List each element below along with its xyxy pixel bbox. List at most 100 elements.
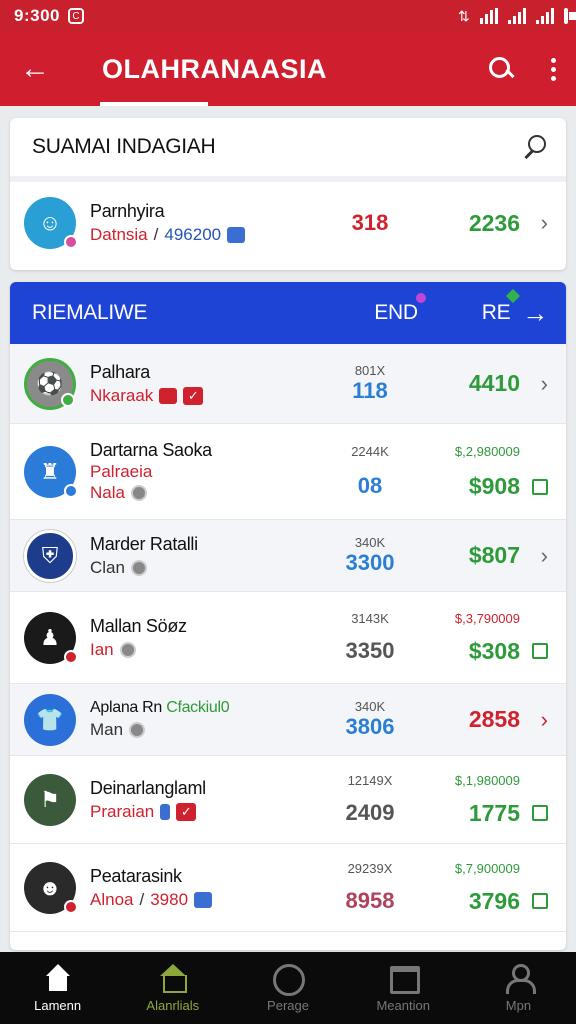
notification-dot-icon [415,293,426,303]
row-name: Deinarlanglaml [90,777,206,798]
signal-icon [507,8,526,24]
row-name-extra: Cfackiul0 [166,699,230,716]
ball-icon [130,485,147,501]
chevron-right-icon[interactable]: › [520,210,548,236]
flag-icon [194,891,213,908]
row-name: Dartarna Saoka [90,440,212,460]
row-sub: Nkaraak [90,385,154,405]
row-name: Aplana Rn [90,699,163,716]
app-title: OLAHRANAASIA [102,53,327,84]
row-mid-value: 118 [352,378,388,403]
search-card: SUAMAI INDAGIAH ☺ Parnhyira Datnsia / 49… [10,118,566,270]
row-small-mid: 340K [354,535,386,550]
row-sub: Man [90,720,124,739]
more-vert-icon[interactable] [551,57,556,81]
table-row[interactable]: ⚽ Palhara Nkaraak ✓ 801X 118 4410 › [10,344,566,424]
flag-icon [227,227,246,243]
featured-mid-value: 318 [351,210,389,235]
ball-icon [130,559,147,576]
data-icon: ⇅ [458,7,470,24]
user-icon [503,963,537,994]
flag-icon [160,803,171,820]
face-icon [273,963,305,996]
row-small-mid: 3143K [351,611,389,626]
row-sub-2: 3980 [150,889,189,909]
row-small-mid: 12149X [347,773,393,788]
row-mid-value: 3806 [345,714,395,739]
signal-icon-2 [535,8,554,24]
avatar: ⚽ [24,357,76,410]
row-right-value: $807 [468,542,520,568]
row-small-mid: 2244K [351,444,389,459]
status-right: ⇅ [458,7,576,25]
nav-label: Mpn [505,997,532,1013]
featured-sub-2: 496200 [164,225,222,244]
row-mid-value: 3350 [345,638,395,663]
search-title: SUAMAI INDAGIAH [32,135,216,158]
share-icon[interactable] [520,861,548,915]
share-icon[interactable] [520,443,548,501]
chevron-right-icon[interactable]: › [520,371,548,397]
chevron-right-icon[interactable]: › [520,707,548,733]
row-mid-value: 2409 [345,800,395,825]
row-small-mid: 29239X [347,861,393,876]
list-header-right[interactable]: RE [482,288,521,325]
search-icon[interactable] [522,134,548,160]
row-mid-value: 3300 [345,550,395,575]
flag-icon [159,387,178,404]
row-right-value: 4410 [468,370,520,396]
row-sub-top: Palraeia [90,462,153,481]
row-right-value: 3796 [468,887,520,914]
table-row[interactable]: ⛨ Marder Ratalli Clan 340K 3300 $807 › [10,520,566,592]
table-row[interactable]: ☻ Peatarasink Alnoa/3980 29239X 8958 $,7,… [10,844,566,932]
active-tab-indicator [100,102,208,106]
house-icon [158,963,188,993]
check-badge-icon: ✓ [183,386,204,405]
chevron-right-icon[interactable]: › [520,543,548,569]
search-bar[interactable]: SUAMAI INDAGIAH [10,118,566,182]
list-header: RIEMALIWE END RE → [10,282,566,344]
wifi-icon [479,8,498,24]
nav-label: Meantion [376,997,430,1013]
row-mid-value: 8958 [345,888,395,913]
row-mid-value: 08 [357,473,383,498]
row-name: Palhara [90,361,150,382]
nav-item-5[interactable]: Mpn [461,952,576,1024]
avatar: ☺ [24,197,78,249]
nav-item-2[interactable]: Alanrlials [115,952,230,1024]
row-name: Marder Ratalli [90,533,198,554]
avatar: ⛨ [24,529,76,582]
row-name: Peatarasink [90,865,182,886]
status-bar: 9:300 C ⇅ [0,0,576,32]
share-icon[interactable] [520,773,548,827]
sim-icon: C [67,8,84,24]
row-right-value: 2858 [468,706,520,732]
row-small-right: $,2,980009 [454,443,520,459]
nav-item-3[interactable]: Perage [230,952,345,1024]
back-arrow-icon[interactable]: ← [20,52,60,86]
table-row[interactable]: 👕 Aplana Rn Cfackiul0 Man 340K 3806 2858 … [10,684,566,756]
table-row[interactable]: ⚑ Deinarlanglaml Praraian ✓ 12149X 2409 $,… [10,756,566,844]
battery-icon [563,8,576,24]
row-sub: Clan [90,557,125,577]
list-header-mid[interactable]: END [374,293,426,325]
row-sub: Nala [90,483,125,502]
nav-label: Perage [267,997,309,1013]
nav-label: Lamenn [34,997,82,1013]
row-small-mid: 340K [354,699,386,714]
search-icon[interactable] [487,55,515,83]
nav-item-4[interactable]: Meantion [346,952,461,1024]
table-row[interactable]: ♟ Mallan Söøz Ian 3143K 3350 $,3,790009 $3… [10,592,566,684]
row-sub: Alnoa [90,889,134,909]
nav-item-home[interactable]: Lamenn [0,952,115,1024]
featured-row[interactable]: ☺ Parnhyira Datnsia / 496200 318 2236 › [10,182,566,264]
arrow-right-icon[interactable]: → [522,298,548,329]
avatar: ♜ [24,445,78,498]
row-sub: Ian [90,639,114,659]
row-small-right: $,1,980009 [454,772,520,788]
table-row[interactable]: ♜ Dartarna Saoka Palraeia Nala 2244K 08 $… [10,424,566,520]
row-small-right: $,7,900009 [454,860,520,876]
menu-icon [388,964,421,994]
share-icon[interactable] [520,611,548,665]
row-right-value: 1775 [468,799,520,826]
